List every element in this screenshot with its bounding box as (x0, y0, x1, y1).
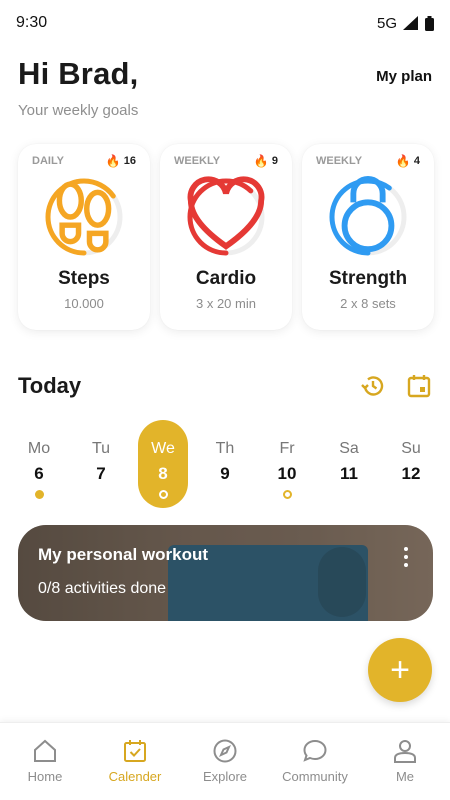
today-title: Today (18, 373, 82, 398)
nav-community[interactable]: Community (275, 737, 355, 784)
person-icon (365, 737, 445, 765)
nav-label: Explore (202, 769, 248, 784)
activity-dot (34, 490, 44, 499)
day-sunday[interactable]: Su 12 (386, 420, 436, 508)
goal-title: Cardio (195, 268, 257, 289)
goal-cards: DAILY 🔥 16 Steps 10.000 WEEKLY 🔥 9 Cardi… (18, 144, 434, 330)
day-thursday[interactable]: Th 9 (200, 420, 250, 508)
activity-dot (282, 490, 292, 499)
kettlebell-icon (327, 176, 409, 258)
progress-ring (43, 176, 125, 258)
week-day-selector: Mo 6 Tu 7 We 8 Th 9 Fr 10 Sa 11 Su 12 (14, 420, 436, 510)
day-name: Tu (91, 440, 111, 457)
today-row: Today (18, 368, 432, 404)
goal-card-strength[interactable]: WEEKLY 🔥 4 Strength 2 x 8 sets (302, 144, 434, 330)
day-number: 9 (220, 464, 230, 483)
day-number: 12 (401, 464, 421, 483)
day-wednesday[interactable]: We 8 (138, 420, 188, 508)
day-number: 8 (158, 464, 168, 483)
goal-detail: 10.000 (64, 296, 104, 311)
streak-count: 9 (271, 155, 278, 167)
signal-icon (403, 16, 418, 30)
day-monday[interactable]: Mo 6 (14, 420, 64, 508)
streak-badge: 🔥 9 (254, 154, 278, 168)
bottom-nav: Home Calender Explore Community Me (0, 722, 450, 800)
weekly-goals-subtitle: Your weekly goals (18, 102, 139, 119)
progress-ring (185, 176, 267, 258)
workout-progress: 0/8 activities done (38, 580, 167, 597)
footprints-icon (43, 176, 125, 258)
day-name: We (151, 440, 175, 457)
history-icon[interactable] (360, 373, 386, 399)
day-name: Th (215, 440, 235, 457)
more-options-icon[interactable] (403, 547, 409, 567)
goal-card-steps[interactable]: DAILY 🔥 16 Steps 10.000 (18, 144, 150, 330)
status-bar: 9:30 5G (0, 0, 450, 46)
workout-card[interactable]: My personal workout 0/8 activities done (18, 525, 433, 621)
greeting: Hi Brad, (18, 56, 139, 91)
nav-label: Calender (108, 769, 162, 784)
goal-period: WEEKLY (316, 155, 363, 167)
goal-card-cardio[interactable]: WEEKLY 🔥 9 Cardio 3 x 20 min (160, 144, 292, 330)
day-friday[interactable]: Fr 10 (262, 420, 312, 508)
streak-badge: 🔥 4 (396, 154, 420, 168)
day-number: 11 (340, 464, 358, 483)
day-name: Sa (339, 440, 359, 457)
day-number: 10 (277, 464, 297, 483)
streak-badge: 🔥 16 (106, 154, 136, 168)
nav-label: Home (27, 769, 63, 784)
day-name: Su (401, 440, 421, 457)
progress-ring (327, 176, 409, 258)
flame-icon: 🔥 (395, 154, 411, 168)
day-name: Mo (27, 440, 51, 457)
calendar-icon[interactable] (406, 373, 432, 399)
goal-detail: 2 x 8 sets (340, 296, 396, 311)
streak-count: 4 (413, 155, 420, 167)
image-overlay (18, 525, 433, 621)
goal-period: DAILY (32, 155, 64, 167)
goal-detail: 3 x 20 min (196, 296, 256, 311)
goal-title: Strength (328, 268, 408, 289)
goal-period: WEEKLY (174, 155, 221, 167)
workout-title: My personal workout (38, 545, 209, 564)
nav-label: Community (282, 769, 348, 784)
flame-icon: 🔥 (105, 154, 121, 168)
calendar-check-icon (95, 737, 175, 765)
activity-dot (158, 490, 168, 499)
nav-home[interactable]: Home (5, 737, 85, 784)
battery-icon (425, 15, 434, 31)
flame-icon: 🔥 (253, 154, 269, 168)
header: Hi Brad, Your weekly goals My plan (18, 56, 432, 119)
compass-icon (185, 737, 265, 765)
nav-calender[interactable]: Calender (95, 737, 175, 784)
day-name: Fr (279, 440, 295, 457)
status-icons: 5G (377, 15, 434, 32)
day-number: 7 (96, 464, 106, 483)
day-tuesday[interactable]: Tu 7 (76, 420, 126, 508)
day-saturday[interactable]: Sa 11 (324, 420, 374, 508)
home-icon (5, 737, 85, 765)
nav-label: Me (395, 769, 415, 784)
heart-icon (185, 176, 267, 258)
goal-title: Steps (58, 268, 110, 289)
my-plan-link[interactable]: My plan (376, 68, 432, 85)
add-button[interactable]: + (368, 638, 432, 702)
day-number: 6 (34, 464, 44, 483)
chat-bubble-icon (275, 737, 355, 765)
network-label: 5G (376, 14, 397, 32)
streak-count: 16 (123, 155, 136, 167)
nav-me[interactable]: Me (365, 737, 445, 784)
nav-explore[interactable]: Explore (185, 737, 265, 784)
status-time: 9:30 (16, 14, 48, 31)
